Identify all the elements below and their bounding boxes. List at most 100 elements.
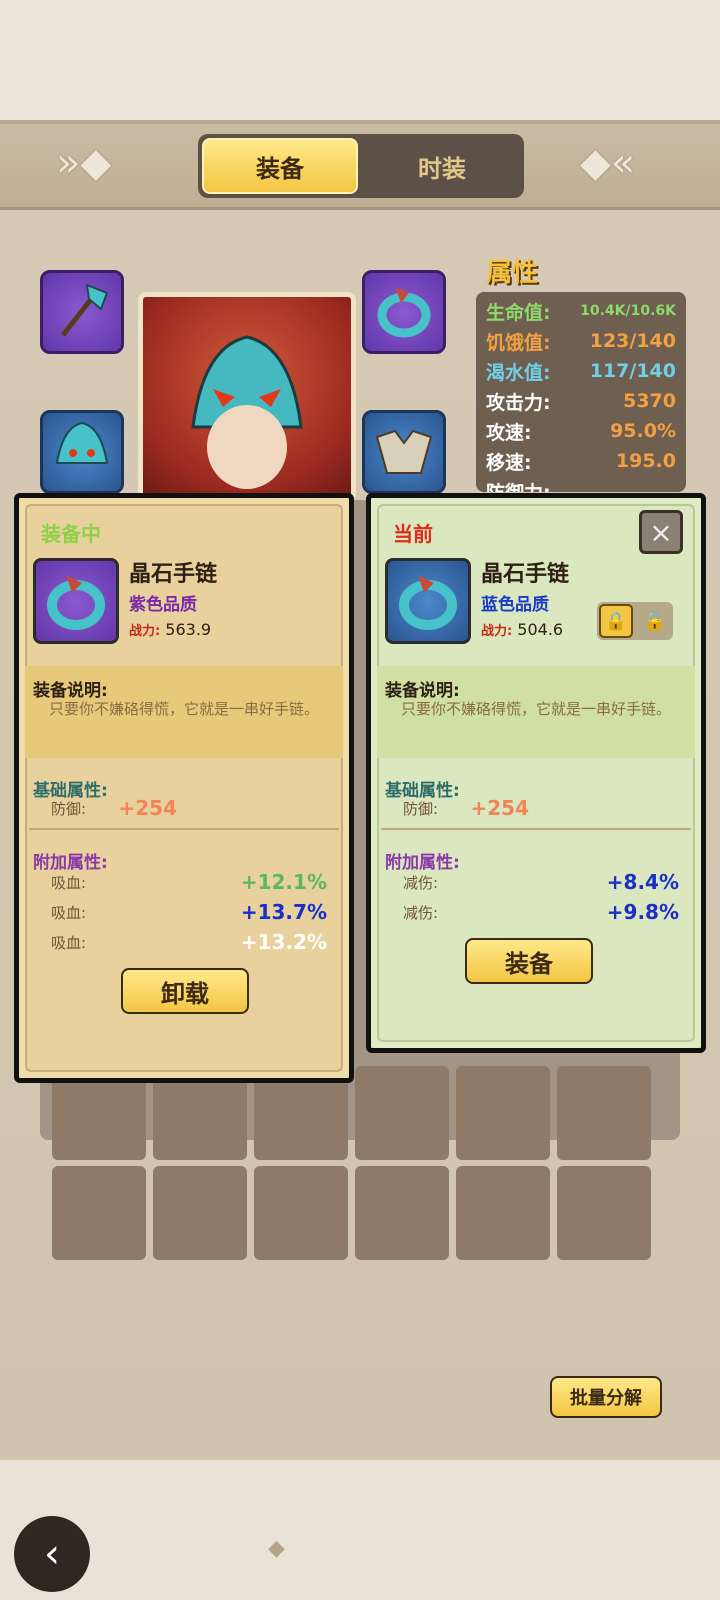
bracelet-icon [377, 287, 431, 338]
power-label: 战力: [481, 624, 513, 639]
attr-value: +8.4% [606, 870, 679, 894]
extra-attr-row: 减伤: +9.8% [403, 898, 679, 926]
item-power: 战力: 563.9 [129, 620, 211, 639]
attributes-panel: 生命值: 10.4K/10.6K 饥饿值: 123/140 渴水值: 117/1… [476, 292, 686, 492]
attr-key: 减伤: [403, 873, 439, 892]
attr-value: 195.0 [615, 450, 676, 472]
attr-value: 117/140 [589, 360, 676, 382]
current-item-card: 当前 × 晶石手链 蓝色品质 战力: 504.6 🔒 🔓 装备说明: 只要你不嫌… [366, 493, 706, 1053]
weapon-slot[interactable] [40, 270, 124, 354]
left-arrow-decoration-icon: »◆ [56, 140, 112, 186]
attr-key: 攻击力: [486, 391, 551, 414]
extra-attr-row: 减伤: +8.4% [403, 868, 679, 896]
lock-icon[interactable]: 🔒 [599, 604, 633, 638]
item-quality: 紫色品质 [129, 595, 197, 615]
attr-key: 吸血: [51, 873, 87, 892]
attr-row-hunger: 饥饿值: 123/140 [486, 326, 676, 356]
power-label: 战力: [129, 624, 161, 639]
inventory-cell[interactable] [557, 1166, 651, 1260]
attr-key: 生命值: [486, 301, 551, 324]
unequip-button[interactable]: 卸载 [121, 968, 249, 1014]
attr-value: +13.7% [240, 900, 327, 924]
extra-attr-row: 吸血: +12.1% [51, 868, 327, 896]
attr-row-attack-speed: 攻速: 95.0% [486, 416, 676, 446]
equip-button[interactable]: 装备 [465, 938, 593, 984]
attr-value: 10.4K/10.6K [580, 303, 676, 319]
attr-value: 5370 [623, 390, 676, 412]
bracelet-slot[interactable] [362, 270, 446, 354]
right-arrow-decoration-icon: ◆« [580, 140, 636, 186]
inventory-cell[interactable] [52, 1166, 146, 1260]
hero-avatar-icon [191, 335, 303, 489]
unlock-icon[interactable]: 🔓 [639, 604, 671, 638]
item-name: 晶石手链 [129, 562, 218, 587]
attr-value: +13.2% [240, 930, 327, 954]
bracelet-icon [47, 575, 105, 630]
extra-attr-row: 吸血: +13.2% [51, 928, 327, 956]
attr-key: 减伤: [403, 903, 439, 922]
armor-slot[interactable] [362, 410, 446, 494]
attr-key: 防御: [403, 799, 439, 818]
attr-row-thirst: 渴水值: 117/140 [486, 356, 676, 386]
attributes-title: 属性 [486, 258, 539, 288]
basic-attr-row: 防御: +254 [51, 794, 327, 822]
attr-key: 饥饿值: [486, 331, 551, 354]
item-description: 只要你不嫌硌得慌，它就是一串好手链。 [401, 700, 672, 718]
equipped-status-label: 装备中 [41, 522, 101, 546]
item-power: 战力: 504.6 [481, 620, 563, 639]
inventory-cell[interactable] [254, 1166, 348, 1260]
divider [29, 828, 339, 830]
divider [381, 828, 691, 830]
attr-key: 防御力: [486, 478, 551, 493]
power-value: 504.6 [517, 620, 564, 639]
attr-key: 吸血: [51, 903, 87, 922]
item-quality: 蓝色品质 [481, 595, 549, 615]
attr-value: +12.1% [240, 870, 327, 894]
attr-value: +254 [470, 796, 529, 820]
item-icon-box [385, 558, 471, 644]
inventory-cell[interactable] [355, 1166, 449, 1260]
attr-key: 渴水值: [486, 361, 551, 384]
inventory-cell[interactable] [557, 1066, 651, 1160]
tab-equipment[interactable]: 装备 [202, 138, 358, 194]
inventory-cell[interactable] [456, 1066, 550, 1160]
back-button[interactable]: ‹ [14, 1516, 90, 1592]
attr-row-move-speed: 移速: 195.0 [486, 446, 676, 476]
top-background [0, 0, 720, 120]
character-portrait [138, 292, 356, 502]
attr-row-attack: 攻击力: 5370 [486, 386, 676, 416]
lock-toggle: 🔒 🔓 [597, 602, 673, 640]
back-arrow-icon: ‹ [44, 1531, 60, 1577]
attr-value: 95.0% [610, 420, 676, 442]
attr-value: +254 [118, 796, 177, 820]
inventory-cell[interactable] [456, 1166, 550, 1260]
attr-value: 123/140 [589, 330, 676, 352]
extra-attr-row: 吸血: +13.7% [51, 898, 327, 926]
item-name: 晶石手链 [481, 562, 570, 587]
basic-attr-row: 防御: +254 [403, 794, 679, 822]
bottom-ornament-icon: ◆ [268, 1536, 285, 1561]
inventory-cell[interactable] [153, 1166, 247, 1260]
armor-icon [375, 429, 433, 474]
attr-key: 防御: [51, 799, 87, 818]
helmet-slot[interactable] [40, 410, 124, 494]
helmet-icon [55, 421, 109, 464]
power-value: 563.9 [165, 620, 212, 639]
attr-row-hp: 生命值: 10.4K/10.6K [486, 296, 676, 326]
attr-key: 移速: [486, 451, 532, 474]
axe-icon [61, 283, 109, 337]
bracelet-icon [399, 575, 457, 630]
tab-bar: 装备 时装 [198, 134, 524, 198]
item-description: 只要你不嫌硌得慌，它就是一串好手链。 [49, 700, 320, 718]
attr-key: 吸血: [51, 933, 87, 952]
item-icon-box [33, 558, 119, 644]
batch-dismantle-button[interactable]: 批量分解 [550, 1376, 662, 1418]
current-status-label: 当前 [393, 522, 433, 546]
tab-fashion[interactable]: 时装 [364, 138, 520, 194]
attr-value: +9.8% [606, 900, 679, 924]
close-icon: × [649, 515, 673, 549]
equipped-item-card: 装备中 晶石手链 紫色品质 战力: 563.9 装备说明: 只要你不嫌硌得慌，它… [14, 493, 354, 1083]
close-button[interactable]: × [639, 510, 683, 554]
inventory-cell[interactable] [355, 1066, 449, 1160]
attr-key: 攻速: [486, 421, 532, 444]
